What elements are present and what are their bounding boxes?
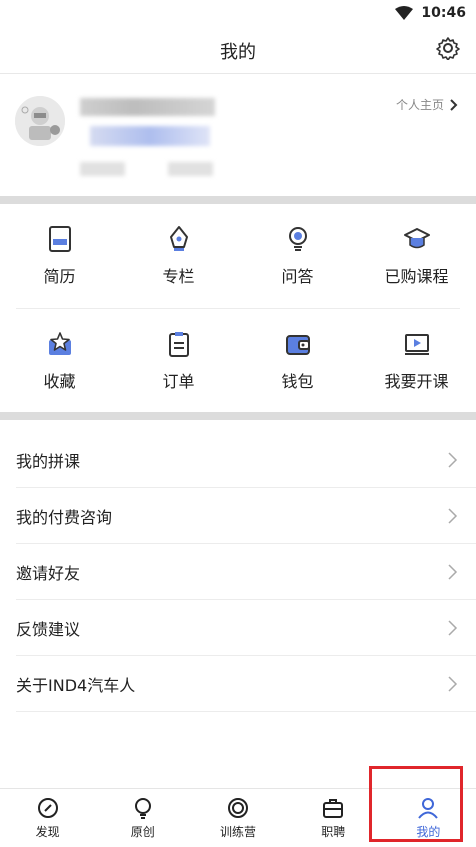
user-icon (418, 797, 439, 819)
graduation-cap-icon (403, 228, 430, 249)
feature-row: 简历 专栏 问答 已购课程 (0, 204, 476, 308)
blurred-user-info (90, 126, 210, 146)
homepage-link[interactable]: 个人主页 (396, 96, 458, 113)
gear-icon[interactable] (436, 36, 460, 60)
grid-item-label: 我要开课 (384, 372, 449, 391)
profile-card[interactable]: 个人主页 (0, 76, 476, 194)
menu-item-label: 反馈建议 (16, 619, 81, 639)
wifi-icon (395, 6, 414, 20)
menu-item-invite-friends[interactable]: 邀请好友 (16, 544, 476, 600)
grid-item-label: 问答 (281, 267, 314, 286)
chevron-right-icon (450, 98, 458, 111)
chevron-right-icon (448, 675, 458, 692)
tab-original[interactable]: 原创 (95, 789, 190, 847)
homepage-link-label: 个人主页 (395, 98, 444, 112)
menu-item-label: 我的付费咨询 (16, 507, 113, 527)
qa-bulb-icon (288, 227, 307, 251)
grid-item-orders[interactable]: 订单 (119, 309, 238, 413)
grid-item-label: 钱包 (281, 372, 314, 391)
grid-item-label: 订单 (162, 372, 195, 391)
menu-item-label: 关于IND4汽车人 (16, 675, 136, 695)
grid-item-qa[interactable]: 问答 (238, 204, 357, 308)
original-bulb-icon (134, 797, 151, 819)
avatar[interactable] (15, 96, 65, 146)
status-time: 10:46 (421, 5, 466, 21)
tab-label: 训练营 (220, 824, 257, 839)
discover-icon (37, 797, 58, 818)
avatar-robot-icon (15, 96, 65, 146)
grid-item-teach-course[interactable]: 我要开课 (357, 309, 476, 413)
grid-item-label: 简历 (43, 267, 76, 286)
status-bar: 10:46 (0, 0, 476, 26)
blurred-stat (168, 162, 213, 176)
tab-label: 职聘 (321, 824, 346, 839)
section-divider (0, 196, 476, 204)
chevron-right-icon (448, 451, 458, 468)
blurred-stat (80, 162, 125, 176)
grid-item-favorites[interactable]: 收藏 (0, 309, 119, 413)
tab-label: 我的 (416, 824, 441, 839)
feature-grid: 简历 专栏 问答 已购课程 收藏 订单 钱包 我要开课 (0, 204, 476, 413)
menu-item-feedback[interactable]: 反馈建议 (16, 600, 476, 656)
favorite-star-icon (48, 332, 71, 355)
grid-item-column[interactable]: 专栏 (119, 204, 238, 308)
briefcase-icon (323, 798, 344, 818)
grid-item-label: 专栏 (162, 267, 195, 286)
bottom-tab-bar: 发现 原创 训练营 职聘 我的 (0, 788, 476, 847)
menu-item-paid-consultation[interactable]: 我的付费咨询 (16, 488, 476, 544)
chevron-right-icon (448, 507, 458, 524)
tab-discover[interactable]: 发现 (0, 789, 95, 847)
order-clipboard-icon (168, 332, 189, 357)
top-header: 我的 (0, 26, 476, 74)
page-title: 我的 (220, 42, 256, 63)
grid-item-label: 已购课程 (384, 267, 449, 286)
chevron-right-icon (448, 563, 458, 580)
grid-item-label: 收藏 (43, 372, 76, 391)
teach-course-icon (404, 334, 429, 355)
blurred-username (80, 98, 215, 116)
tab-label: 发现 (35, 824, 60, 839)
menu-item-label: 我的拼课 (16, 451, 81, 471)
grid-item-wallet[interactable]: 钱包 (238, 309, 357, 413)
grid-item-resume[interactable]: 简历 (0, 204, 119, 308)
menu-item-about[interactable]: 关于IND4汽车人 (16, 656, 476, 712)
grid-item-purchased-courses[interactable]: 已购课程 (357, 204, 476, 308)
menu-item-label: 邀请好友 (16, 563, 81, 583)
section-divider (0, 412, 476, 420)
feature-row: 收藏 订单 钱包 我要开课 (0, 309, 476, 413)
camp-target-icon (228, 797, 248, 818)
menu-list: 我的拼课 我的付费咨询 邀请好友 反馈建议 关于IND4汽车人 (0, 432, 476, 712)
column-pen-icon (169, 226, 188, 251)
wallet-icon (285, 335, 310, 355)
tab-training-camp[interactable]: 训练营 (190, 789, 285, 847)
menu-item-group-courses[interactable]: 我的拼课 (16, 432, 476, 488)
tab-jobs[interactable]: 职聘 (286, 789, 381, 847)
tab-mine[interactable]: 我的 (381, 789, 476, 847)
chevron-right-icon (448, 619, 458, 636)
tab-label: 原创 (130, 824, 155, 839)
resume-icon (48, 226, 71, 252)
